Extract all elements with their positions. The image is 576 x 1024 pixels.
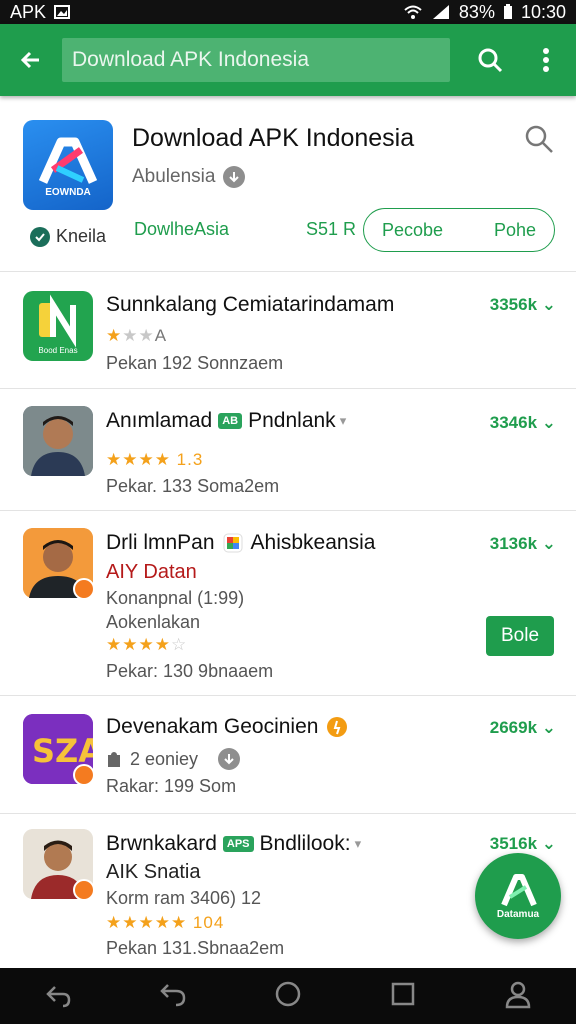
item-detail-2: Aokenlakan [106, 612, 201, 632]
search-icon [478, 48, 503, 73]
chevron-down-icon: ⌄ [537, 534, 556, 553]
shield-icon [30, 226, 50, 247]
more-menu-button[interactable] [518, 24, 574, 96]
download-icon [223, 166, 246, 188]
app-size: S51 R [306, 219, 357, 239]
nav-undo-icon[interactable] [158, 979, 188, 1014]
app-tag: AB [218, 413, 243, 429]
download-count[interactable]: 3346k ⌄ [490, 413, 556, 433]
item-meta: Pekar. 133 Soma2em [106, 476, 280, 496]
chevron-down-icon: ⌄ [537, 718, 556, 737]
chevron-down-icon: ⌄ [537, 834, 556, 853]
app-icon-label: EOWNDA [45, 187, 91, 198]
coin-icon [326, 716, 348, 738]
nav-profile-icon[interactable] [503, 979, 533, 1014]
more-vert-icon [543, 48, 549, 72]
avatar [23, 829, 95, 901]
download-count[interactable]: 3136k ⌄ [490, 534, 556, 554]
developer-row: Abulensia [132, 166, 246, 188]
list-item[interactable]: SZA Devenakam Geocinien 2 eoniey Rakar: … [0, 696, 576, 814]
item-title: Devenakam Geocinien [106, 715, 348, 739]
search-icon[interactable] [524, 124, 554, 159]
arrow-back-icon [20, 51, 39, 69]
item-meta: Pekan 192 Sonnzaem [106, 353, 284, 373]
battery-icon [503, 4, 513, 20]
nav-recents-icon[interactable] [388, 979, 418, 1014]
downloads-row: 2 eoniey [106, 748, 241, 770]
chevron-down-icon: ⌄ [537, 413, 556, 432]
pill-button-left[interactable]: Pecobe [382, 220, 443, 241]
chevron-down-icon: ▾ [354, 836, 362, 851]
rating-stars: ★★★★★ 104 [106, 913, 225, 932]
verified-badge: Kneila [30, 226, 106, 247]
toolbar: Download APK Indonesia [0, 24, 576, 96]
search-button[interactable] [462, 24, 518, 96]
badge-dot [73, 879, 95, 901]
item-title: Anımlamad AB Pndnlank ▾ [106, 409, 347, 432]
badge-dot [73, 764, 95, 786]
app-title: Download APK Indonesia [132, 124, 415, 152]
app-thumbnail: Bood Enas [23, 291, 93, 361]
download-icon [218, 748, 241, 770]
app-icon: EOWNDA [23, 120, 113, 210]
list-item[interactable]: Anımlamad AB Pndnlank ▾ ★★★★ 1.3 Pekar. 133… [0, 389, 576, 511]
google-icon [223, 533, 243, 553]
install-button[interactable]: Bole [486, 616, 554, 656]
item-detail: Korm ram 3406) 12 [106, 888, 262, 908]
list-item[interactable]: Bood Enas Sunnkalang Cemiatarindamam ★★★… [0, 272, 576, 389]
carrier-label: APK [10, 1, 47, 22]
item-meta: Pekar: 130 9bnaaem [106, 661, 274, 681]
image-icon [54, 5, 71, 19]
app-thumbnail: SZA [23, 714, 95, 786]
floating-action-button[interactable]: Datamua [475, 853, 561, 939]
avatar [23, 528, 95, 600]
developer-name[interactable]: Abulensia [132, 166, 215, 188]
badge-label: Kneila [56, 226, 107, 246]
item-title: Brwnkakard APS Bndlilook: ▾ [106, 832, 362, 855]
item-subtitle: AIK Snatia [106, 861, 201, 883]
item-meta: Rakar: 199 Som [106, 776, 237, 796]
chevron-down-icon: ▾ [339, 413, 347, 428]
action-pill: Pecobe Pohe [363, 208, 555, 252]
nav-home-icon[interactable] [273, 979, 303, 1014]
item-detail: Konanpnal (1:99) [106, 588, 245, 608]
featured-app-card[interactable]: EOWNDA Download APK Indonesia Abulensia … [0, 96, 576, 272]
signal-icon [431, 4, 451, 20]
avatar [23, 406, 93, 476]
search-input[interactable]: Download APK Indonesia [62, 38, 450, 82]
category-link[interactable]: DowlheAsia [134, 219, 229, 240]
item-subtitle: AIY Datan [106, 561, 197, 583]
app-logo-icon [501, 873, 537, 906]
download-count[interactable]: 2669k ⌄ [490, 718, 556, 738]
system-nav-bar [0, 968, 576, 1024]
item-meta: Pekan 131.Sbnaa2em [106, 938, 285, 958]
thumb-label: Bood Enas [38, 346, 78, 355]
list-item[interactable]: Drli lmnPan Ahisbkeansia AIY Datan Konan… [0, 511, 576, 696]
fab-label: Datamua [496, 908, 540, 920]
back-button[interactable] [0, 24, 62, 96]
item-title: Drli lmnPan Ahisbkeansia [106, 531, 376, 554]
download-count[interactable]: 3356k ⌄ [490, 295, 556, 315]
item-title: Sunnkalang Cemiatarindamam [106, 293, 395, 316]
chevron-down-icon: ⌄ [537, 295, 556, 314]
nav-back-icon[interactable] [43, 979, 73, 1014]
rating-stars: ★★★A [106, 326, 168, 345]
rating-stars: ★★★★☆ [106, 635, 188, 654]
badge-dot [73, 578, 95, 600]
clock: 10:30 [520, 1, 566, 22]
app-tag: APS [222, 836, 254, 852]
wifi-icon [403, 4, 423, 20]
download-count[interactable]: 3516k ⌄ [490, 834, 556, 854]
puzzle-icon [106, 750, 124, 768]
pill-button-right[interactable]: Pohe [494, 220, 536, 241]
battery-percent: 83% [458, 1, 495, 22]
status-bar: APK 83% 10:30 [0, 0, 576, 24]
rating-stars: ★★★★ 1.3 [106, 450, 204, 469]
